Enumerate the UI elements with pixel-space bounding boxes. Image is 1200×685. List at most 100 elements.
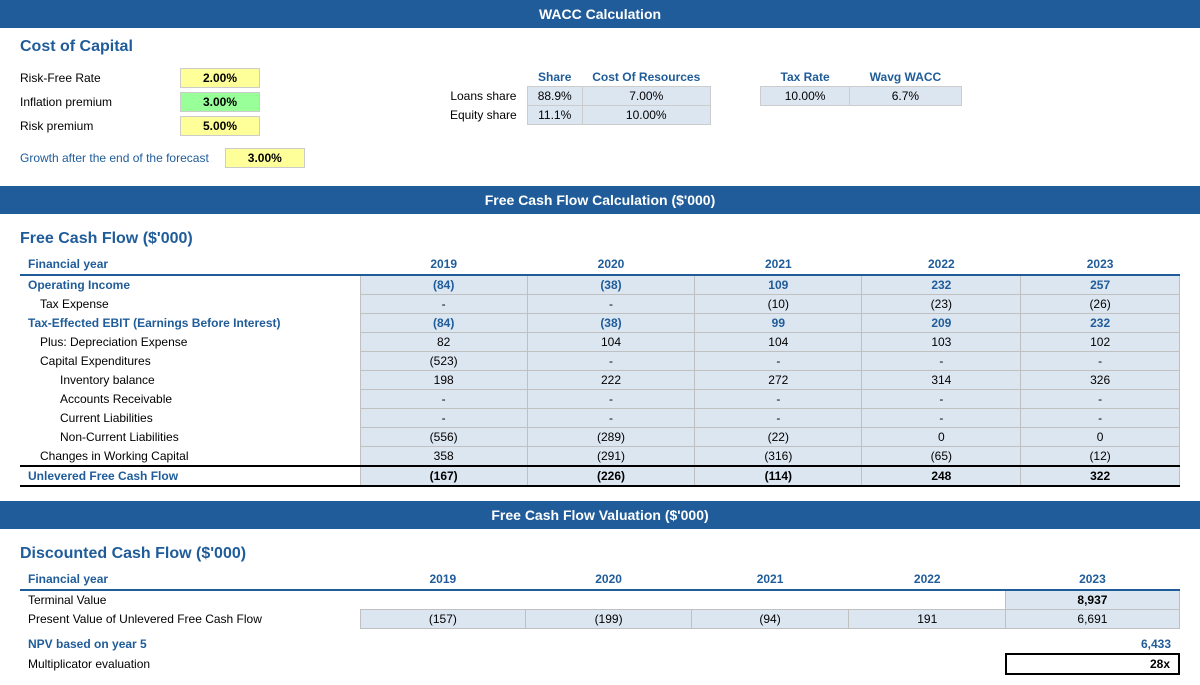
fcf-row-10: Unlevered Free Cash Flow(167)(226)(114)2… xyxy=(20,466,1180,486)
dcf-section: Discounted Cash Flow ($'000) Financial y… xyxy=(0,529,1200,685)
tv-cell-0 xyxy=(360,590,526,610)
dcf-col-2021: 2021 xyxy=(691,569,848,590)
fcf-cell-4-0: (523) xyxy=(360,352,527,371)
inflation-premium-value[interactable]: 3.00% xyxy=(180,92,260,112)
fcf-row-1: Tax Expense--(10)(23)(26) xyxy=(20,295,1180,314)
fcf-cell-2-2: 99 xyxy=(695,314,862,333)
pv-cell-4: 6,691 xyxy=(1006,610,1179,629)
fcf-cell-10-1: (226) xyxy=(527,466,694,486)
fcf-row-5: Inventory balance198222272314326 xyxy=(20,371,1180,390)
growth-row: Growth after the end of the forecast 3.0… xyxy=(20,148,1180,168)
fcf-cell-8-1: (289) xyxy=(527,428,694,447)
growth-label: Growth after the end of the forecast xyxy=(20,151,209,165)
cost-of-capital-section: Cost of Capital Risk-Free Rate 2.00% Inf… xyxy=(0,28,1200,178)
fcf-cell-4-1: - xyxy=(527,352,694,371)
fcf-col-2019: 2019 xyxy=(360,254,527,275)
tv-cell-1 xyxy=(526,590,692,610)
fcf-col-2020: 2020 xyxy=(527,254,694,275)
fcf-calc-header: Free Cash Flow Calculation ($'000) xyxy=(0,186,1200,214)
npv-empty-2 xyxy=(691,635,848,654)
dcf-col-2020: 2020 xyxy=(526,569,692,590)
inflation-premium-label: Inflation premium xyxy=(20,95,180,109)
fcf-label-2: Tax-Effected EBIT (Earnings Before Inter… xyxy=(20,314,360,333)
risk-free-rate-value[interactable]: 2.00% xyxy=(180,68,260,88)
fcf-cell-2-3: 209 xyxy=(862,314,1021,333)
pv-cell-1: (199) xyxy=(526,610,692,629)
fcf-cell-7-0: - xyxy=(360,409,527,428)
equity-share: 11.1% xyxy=(527,106,582,125)
fcf-cell-6-0: - xyxy=(360,390,527,409)
multiplicator-label: Multiplicator evaluation xyxy=(20,654,360,674)
fcf-section: Free Cash Flow ($'000) Financial year 20… xyxy=(0,214,1200,497)
fcf-cell-5-2: 272 xyxy=(695,371,862,390)
fcf-cell-5-3: 314 xyxy=(862,371,1021,390)
risk-free-rate-row: Risk-Free Rate 2.00% xyxy=(20,68,400,88)
fcf-cell-6-2: - xyxy=(695,390,862,409)
tax-table: Tax Rate Wavg WACC 10.00% 6.7% xyxy=(760,68,962,106)
fcf-cell-0-0: (84) xyxy=(360,275,527,295)
tv-cell-3 xyxy=(849,590,1006,610)
tv-cell-2 xyxy=(691,590,848,610)
rates-panel: Risk-Free Rate 2.00% Inflation premium 3… xyxy=(20,68,400,140)
fcf-cell-4-4: - xyxy=(1021,352,1180,371)
fcf-label-10: Unlevered Free Cash Flow xyxy=(20,466,360,486)
fcf-cell-0-2: 109 xyxy=(695,275,862,295)
risk-premium-row: Risk premium 5.00% xyxy=(20,116,400,136)
multi-empty-0 xyxy=(360,654,526,674)
fcf-label-5: Inventory balance xyxy=(20,371,360,390)
fcf-cell-3-3: 103 xyxy=(862,333,1021,352)
multiplicator-value: 28x xyxy=(1006,654,1179,674)
fcf-title: Free Cash Flow ($'000) xyxy=(20,220,1180,254)
fcf-cell-7-1: - xyxy=(527,409,694,428)
equity-row: Equity share 11.1% 10.00% xyxy=(440,106,710,125)
fcf-cell-0-4: 257 xyxy=(1021,275,1180,295)
fcf-cell-1-2: (10) xyxy=(695,295,862,314)
tax-rate-value: 10.00% xyxy=(761,87,850,106)
fcf-cell-2-0: (84) xyxy=(360,314,527,333)
fcf-val-title: Free Cash Flow Valuation ($'000) xyxy=(491,507,708,523)
fcf-row-0: Operating Income(84)(38)109232257 xyxy=(20,275,1180,295)
tax-panel: Tax Rate Wavg WACC 10.00% 6.7% xyxy=(760,68,1020,106)
dcf-header-row: Financial year 2019 2020 2021 2022 2023 xyxy=(20,569,1179,590)
share-panel: Share Cost Of Resources Loans share 88.9… xyxy=(440,68,720,125)
fcf-cell-3-4: 102 xyxy=(1021,333,1180,352)
fcf-cell-2-4: 232 xyxy=(1021,314,1180,333)
dcf-col-2023: 2023 xyxy=(1006,569,1179,590)
pv-cell-0: (157) xyxy=(360,610,526,629)
fcf-label-6: Accounts Receivable xyxy=(20,390,360,409)
fcf-cell-8-3: 0 xyxy=(862,428,1021,447)
risk-free-rate-label: Risk-Free Rate xyxy=(20,71,180,85)
npv-empty-3 xyxy=(849,635,1006,654)
dcf-col-label: Financial year xyxy=(20,569,360,590)
fcf-col-2023: 2023 xyxy=(1021,254,1180,275)
fcf-label-7: Current Liabilities xyxy=(20,409,360,428)
fcf-label-1: Tax Expense xyxy=(20,295,360,314)
fcf-row-4: Capital Expenditures(523)---- xyxy=(20,352,1180,371)
fcf-cell-10-3: 248 xyxy=(862,466,1021,486)
fcf-calc-title: Free Cash Flow Calculation ($'000) xyxy=(485,192,716,208)
equity-label: Equity share xyxy=(440,106,527,125)
dcf-pv-row: Present Value of Unlevered Free Cash Flo… xyxy=(20,610,1179,629)
cost-of-capital-title: Cost of Capital xyxy=(0,28,1200,62)
growth-value[interactable]: 3.00% xyxy=(225,148,305,168)
fcf-cell-1-0: - xyxy=(360,295,527,314)
fcf-row-8: Non-Current Liabilities(556)(289)(22)00 xyxy=(20,428,1180,447)
fcf-row-9: Changes in Working Capital358(291)(316)(… xyxy=(20,447,1180,467)
fcf-cell-7-3: - xyxy=(862,409,1021,428)
share-table: Share Cost Of Resources Loans share 88.9… xyxy=(440,68,711,125)
fcf-row-2: Tax-Effected EBIT (Earnings Before Inter… xyxy=(20,314,1180,333)
dcf-col-2022: 2022 xyxy=(849,569,1006,590)
loans-share: 88.9% xyxy=(527,87,582,106)
fcf-cell-4-3: - xyxy=(862,352,1021,371)
inflation-premium-row: Inflation premium 3.00% xyxy=(20,92,400,112)
fcf-cell-8-4: 0 xyxy=(1021,428,1180,447)
fcf-cell-9-3: (65) xyxy=(862,447,1021,467)
wacc-header: WACC Calculation xyxy=(0,0,1200,28)
terminal-value-label: Terminal Value xyxy=(20,590,360,610)
wavg-wacc-value: 6.7% xyxy=(850,87,962,106)
fcf-label-0: Operating Income xyxy=(20,275,360,295)
risk-premium-value[interactable]: 5.00% xyxy=(180,116,260,136)
share-header: Share xyxy=(527,68,582,87)
dcf-table: Financial year 2019 2020 2021 2022 2023 … xyxy=(20,569,1180,675)
fcf-cell-5-0: 198 xyxy=(360,371,527,390)
